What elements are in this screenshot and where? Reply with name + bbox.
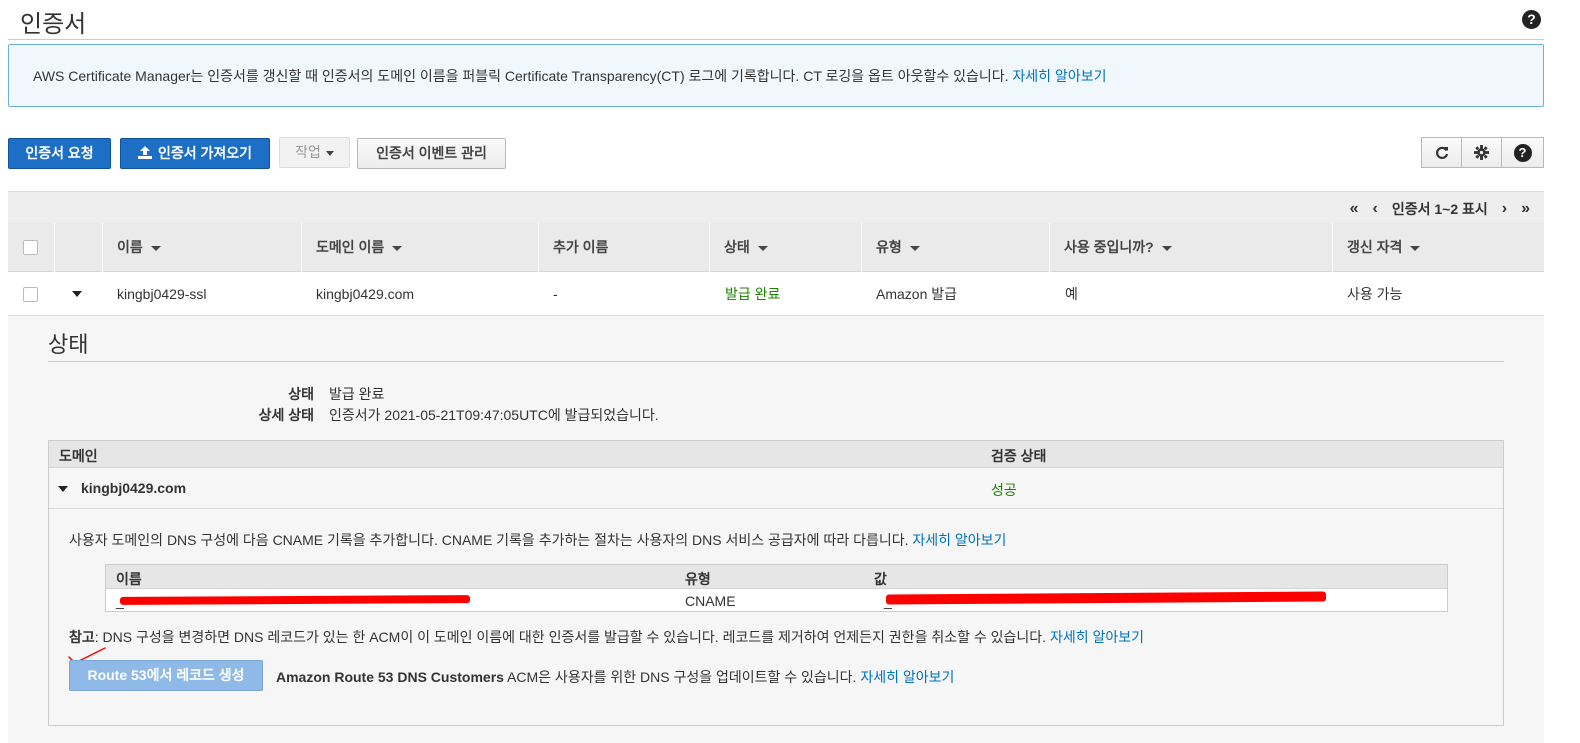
validation-column-header: 검증 상태 <box>991 448 1047 464</box>
create-route53-record-button[interactable]: Route 53에서 레코드 생성 <box>69 660 263 691</box>
sort-icon <box>909 245 920 251</box>
cname-type-header: 유형 <box>685 571 711 587</box>
cname-table: 이름 유형 값 _ CNAME _ <box>105 564 1448 612</box>
cname-instructions-text: 사용자 도메인의 DNS 구성에 다음 CNAME 기록을 추가합니다. CNA… <box>69 532 909 548</box>
redaction-mark <box>119 595 471 605</box>
detail-divider <box>48 361 1504 362</box>
help-icon: ? <box>1513 143 1532 162</box>
table-row[interactable]: kingbj0429-ssl kingbj0429.com - 발급 완료 Am… <box>8 272 1544 316</box>
row-checkbox[interactable] <box>23 287 38 302</box>
note-line: 참고: DNS 구성을 변경하면 DNS 레코드가 있는 한 ACM이 이 도메… <box>69 627 1144 647</box>
cert-renewal: 사용 가능 <box>1347 286 1403 302</box>
route53-description: Amazon Route 53 DNS Customers ACM은 사용자를 … <box>276 667 954 687</box>
domain-column-header: 도메인 <box>59 448 98 464</box>
domain-row[interactable]: kingbj0429.com 성공 <box>49 468 1503 509</box>
column-header-name[interactable]: 이름 <box>102 223 301 272</box>
sort-icon <box>757 245 768 251</box>
column-header-additional-names: 추가 이름 <box>538 223 709 272</box>
table-header: 이름 도메인 이름 추가 이름 상태 유형 사용 중입니까? 갱신 자격 <box>8 223 1544 272</box>
caret-down-icon <box>72 291 82 297</box>
note-text: : DNS 구성을 변경하면 DNS 레코드가 있는 한 ACM이 이 도메인 … <box>94 629 1047 645</box>
pagination: « ‹ 인증서 1~2 표시 › » <box>1350 199 1530 219</box>
chevron-down-icon <box>325 150 334 156</box>
sort-icon <box>1410 245 1421 251</box>
first-page-button[interactable]: « <box>1350 200 1359 218</box>
upload-icon <box>137 146 152 160</box>
redaction-mark <box>885 591 1327 605</box>
sort-icon <box>1161 245 1172 251</box>
cname-instructions: 사용자 도메인의 DNS 구성에 다음 CNAME 기록을 추가합니다. CNA… <box>69 530 1006 550</box>
domain-validation-table: 도메인 검증 상태 kingbj0429.com 성공 사용자 도메인의 DNS… <box>48 440 1504 726</box>
cname-learn-more-link[interactable]: 자세히 알아보기 <box>912 532 1006 548</box>
refresh-icon <box>1435 146 1448 159</box>
detail-status-key: 상세 상태 <box>258 407 314 423</box>
validation-status: 성공 <box>991 482 1017 498</box>
cert-domain: kingbj0429.com <box>316 286 415 302</box>
page-title: 인증서 <box>20 11 87 38</box>
caret-down-icon[interactable] <box>58 486 68 492</box>
manage-events-button[interactable]: 인증서 이벤트 관리 <box>357 138 506 169</box>
note-label: 참고 <box>69 629 95 645</box>
cert-in-use: 예 <box>1065 286 1078 302</box>
column-header-status[interactable]: 상태 <box>709 223 861 272</box>
detail-title: 상태 <box>48 332 89 357</box>
refresh-button[interactable] <box>1421 137 1462 168</box>
route53-bold-label: Amazon Route 53 DNS Customers <box>276 669 504 685</box>
expand-column-header <box>54 223 102 272</box>
next-page-button[interactable]: › <box>1502 200 1507 218</box>
column-header-renewal[interactable]: 갱신 자격 <box>1332 223 1544 272</box>
sort-icon <box>150 245 161 251</box>
actions-dropdown[interactable]: 작업 <box>279 137 350 168</box>
help-button[interactable]: ? <box>1501 137 1544 168</box>
status-value: 발급 완료 <box>329 386 385 402</box>
cname-name-header: 이름 <box>116 571 142 587</box>
column-header-type[interactable]: 유형 <box>861 223 1049 272</box>
column-header-in-use[interactable]: 사용 중입니까? <box>1049 223 1332 272</box>
prev-page-button[interactable]: ‹ <box>1373 200 1378 218</box>
route53-learn-more-link[interactable]: 자세히 알아보기 <box>860 669 954 685</box>
cert-name: kingbj0429-ssl <box>117 286 207 302</box>
domain-table-header: 도메인 검증 상태 <box>49 441 1503 468</box>
expand-row-toggle[interactable] <box>72 291 82 297</box>
cert-status: 발급 완료 <box>725 286 781 302</box>
cname-type-value: CNAME <box>685 593 736 609</box>
cert-additional-names: - <box>553 286 558 302</box>
info-banner: AWS Certificate Manager는 인증서를 갱신할 때 인증서의… <box>8 44 1544 107</box>
actions-label: 작업 <box>295 144 321 160</box>
route53-text: ACM은 사용자를 위한 DNS 구성을 업데이트할 수 있습니다. <box>503 669 857 685</box>
last-page-button[interactable]: » <box>1521 200 1530 218</box>
pagination-label: 인증서 1~2 표시 <box>1391 201 1488 217</box>
pager-bar: « ‹ 인증서 1~2 표시 › » <box>8 191 1544 223</box>
cname-table-header: 이름 유형 값 <box>106 565 1447 589</box>
request-certificate-button[interactable]: 인증서 요청 <box>8 138 111 169</box>
import-certificate-label: 인증서 가져오기 <box>157 145 253 161</box>
domain-name: kingbj0429.com <box>81 480 187 496</box>
status-key: 상태 <box>288 386 314 402</box>
note-learn-more-link[interactable]: 자세히 알아보기 <box>1050 629 1144 645</box>
help-icon[interactable]: ? <box>1522 10 1541 29</box>
settings-button[interactable] <box>1461 137 1502 168</box>
info-banner-text: AWS Certificate Manager는 인증서를 갱신할 때 인증서의… <box>33 68 1009 84</box>
cname-value-header: 값 <box>874 571 887 587</box>
import-certificate-button[interactable]: 인증서 가져오기 <box>120 138 270 169</box>
cert-type: Amazon 발급 <box>876 286 958 302</box>
column-header-domain[interactable]: 도메인 이름 <box>301 223 538 272</box>
gear-icon <box>1474 145 1489 160</box>
sort-icon <box>392 245 403 251</box>
title-divider <box>8 39 1544 40</box>
info-banner-learn-more-link[interactable]: 자세히 알아보기 <box>1012 68 1106 84</box>
select-all-checkbox[interactable] <box>23 240 38 255</box>
detail-status-value: 인증서가 2021-05-21T09:47:05UTC에 발급되었습니다. <box>329 407 659 423</box>
